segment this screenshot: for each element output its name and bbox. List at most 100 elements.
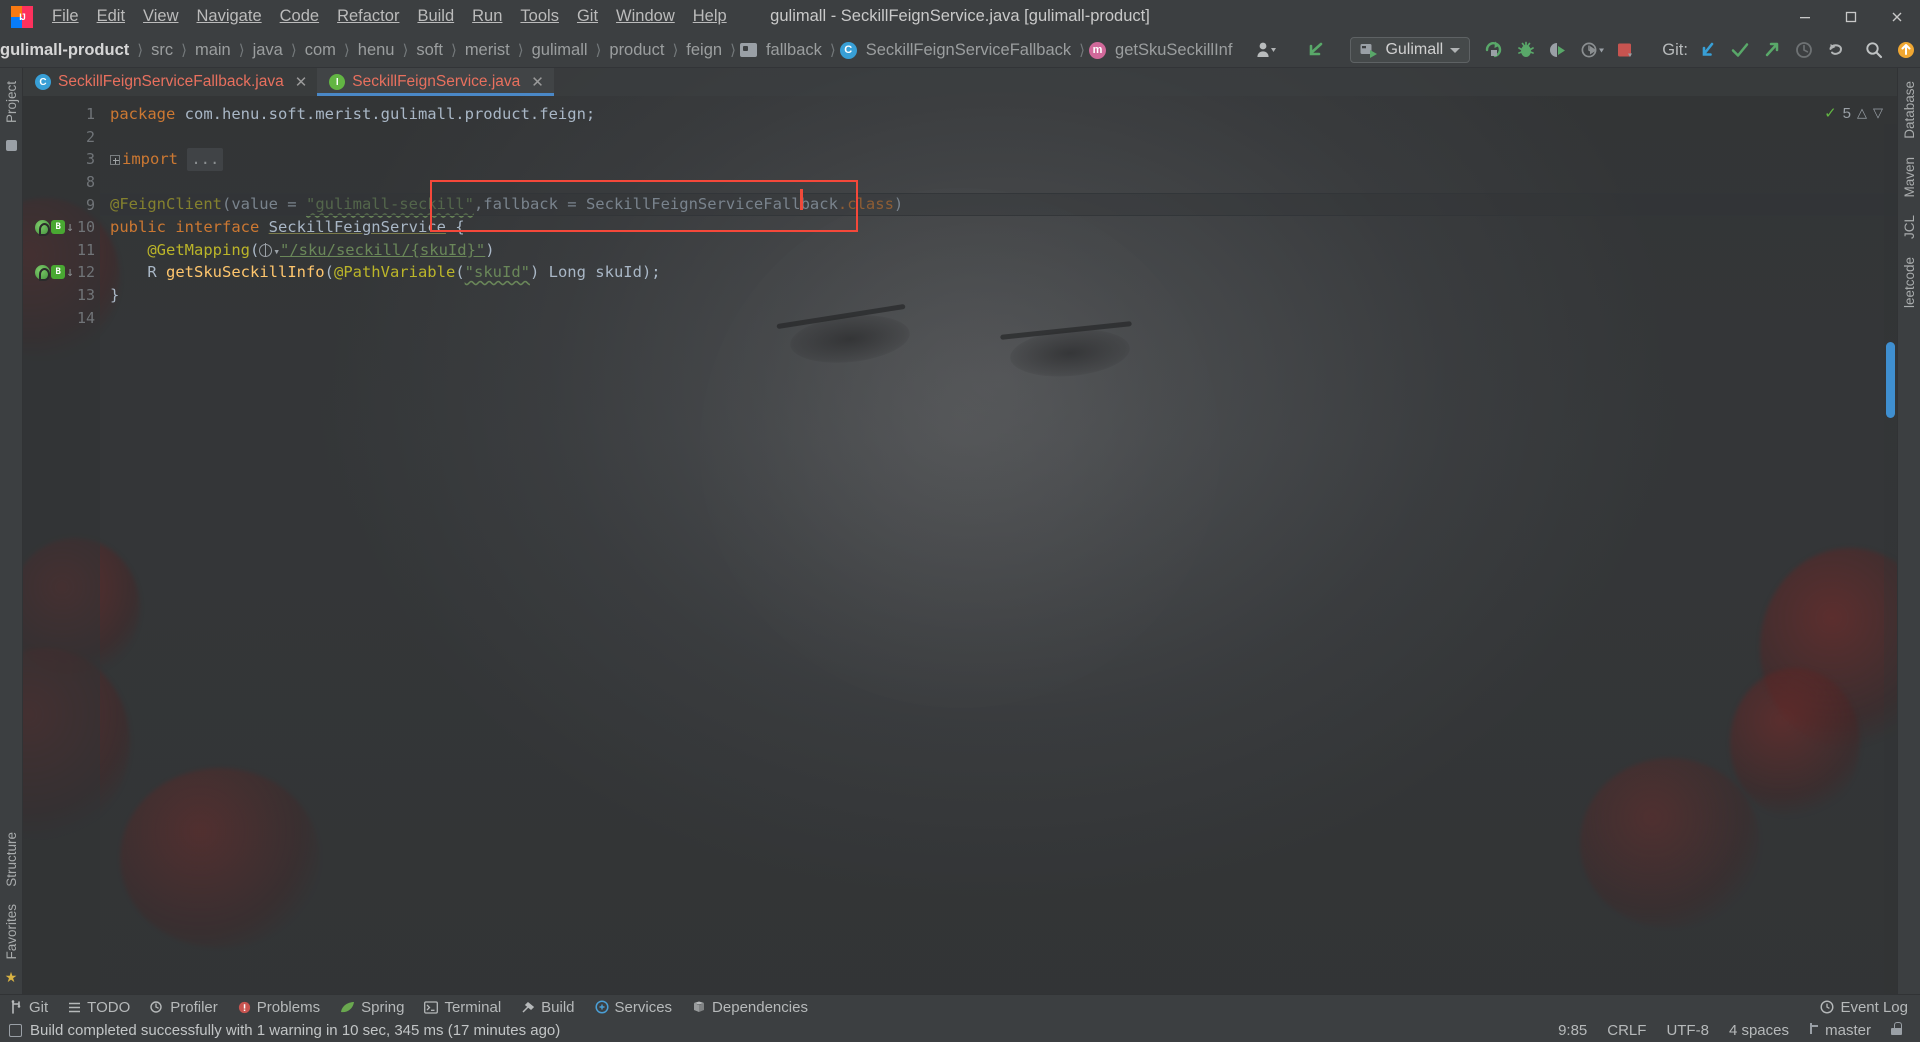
minimize-button[interactable] <box>1782 0 1828 33</box>
tool-terminal[interactable]: Terminal <box>414 999 511 1016</box>
project-panel-icon[interactable] <box>5 140 17 152</box>
breadcrumb-com[interactable]: com <box>301 41 340 60</box>
user-account-icon[interactable] <box>1250 38 1282 62</box>
update-project-icon[interactable] <box>1692 38 1724 62</box>
ide-update-icon[interactable] <box>1890 38 1920 62</box>
spring-bean-icon[interactable]: B <box>51 265 66 280</box>
event-log-area[interactable]: Event Log <box>1820 999 1920 1016</box>
tool-services[interactable]: Services <box>585 999 683 1016</box>
code-text-pane[interactable]: package com.henu.soft.merist.gulimall.pr… <box>100 96 1897 994</box>
editor-gutter[interactable]: 1 2 3 8 9 B ↓ 10 11 B ↓ 12 13 14 <box>23 96 100 994</box>
scrollbar-thumb[interactable] <box>1886 342 1895 418</box>
tool-todo[interactable]: TODO <box>58 999 140 1016</box>
event-log-icon <box>1820 1000 1834 1014</box>
code-editor[interactable]: 1 2 3 8 9 B ↓ 10 11 B ↓ 12 13 14 package… <box>23 96 1897 994</box>
debug-icon[interactable] <box>1510 38 1542 62</box>
chevron-up-icon[interactable]: △ <box>1857 105 1867 121</box>
tool-profiler[interactable]: Profiler <box>140 999 228 1016</box>
sidebar-item-favorites[interactable]: Favorites <box>2 895 21 969</box>
breadcrumb-fallback[interactable]: fallback <box>739 41 826 60</box>
breadcrumb-feign[interactable]: feign <box>682 41 726 60</box>
fold-expand-icon[interactable] <box>110 154 120 165</box>
tab-seckill-feign-service-fallback[interactable]: C SeckillFeignServiceFallback.java ✕ <box>23 68 318 96</box>
sidebar-item-structure[interactable]: Structure <box>2 823 21 896</box>
tool-label: Terminal <box>444 998 502 1016</box>
menu-tools[interactable]: Tools <box>511 4 568 29</box>
menu-help[interactable]: Help <box>684 4 736 29</box>
web-url-icon[interactable] <box>259 243 273 257</box>
implemented-icon[interactable] <box>35 219 51 236</box>
editor-vertical-scrollbar[interactable] <box>1884 124 1897 994</box>
code-line-1: package com.henu.soft.merist.gulimall.pr… <box>110 105 596 123</box>
maximize-button[interactable] <box>1828 0 1874 33</box>
tool-spring[interactable]: Spring <box>330 999 414 1016</box>
sidebar-item-maven[interactable]: Maven <box>1900 148 1919 207</box>
git-branch-widget[interactable]: master <box>1799 1022 1881 1039</box>
star-icon[interactable]: ★ <box>5 969 18 986</box>
breadcrumb-henu[interactable]: henu <box>354 41 399 60</box>
inspection-widget[interactable]: ✓ 5 △ ▽ <box>1824 104 1883 123</box>
close-icon[interactable]: ✕ <box>531 73 544 91</box>
tool-problems[interactable]: Problems <box>228 999 330 1016</box>
menu-view[interactable]: View <box>134 4 187 29</box>
spring-bean-icon[interactable]: B <box>51 220 66 235</box>
implemented-icon[interactable] <box>35 264 51 281</box>
menu-build[interactable]: Build <box>408 4 463 29</box>
stop-icon[interactable] <box>1610 38 1640 62</box>
breadcrumb-soft[interactable]: soft <box>412 41 447 60</box>
menu-tools-label: Tools <box>520 7 559 25</box>
lock-widget[interactable] <box>1881 1022 1912 1039</box>
undo-rollback-icon[interactable] <box>1820 38 1852 62</box>
tab-seckill-feign-service[interactable]: I SeckillFeignService.java ✕ <box>317 68 554 96</box>
menu-code[interactable]: Code <box>271 4 328 29</box>
close-button[interactable] <box>1874 0 1920 33</box>
breadcrumb-main[interactable]: main <box>191 41 235 60</box>
indent-setting[interactable]: 4 spaces <box>1719 1022 1799 1039</box>
tool-dependencies[interactable]: Dependencies <box>682 999 818 1016</box>
text-caret <box>800 189 803 210</box>
override-arrow-icon[interactable]: ↓ <box>66 266 74 279</box>
caret-line-highlight <box>100 193 1897 216</box>
history-clock-icon[interactable] <box>1788 38 1820 62</box>
caret-position[interactable]: 9:85 <box>1548 1022 1597 1039</box>
breadcrumb-java[interactable]: java <box>249 41 287 60</box>
profiler-icon[interactable] <box>1574 38 1610 62</box>
menu-git[interactable]: Git <box>568 4 607 29</box>
commit-checkmark-icon[interactable] <box>1724 38 1756 62</box>
run-icon[interactable] <box>1478 38 1510 62</box>
menu-run[interactable]: Run <box>463 4 511 29</box>
tool-build[interactable]: Build <box>511 999 584 1016</box>
sidebar-item-leetcode[interactable]: leetcode <box>1900 248 1919 317</box>
gutter-marks[interactable]: B ↓ <box>35 264 74 281</box>
breadcrumb-method[interactable]: m getSkuSeckillInf <box>1089 41 1236 60</box>
menu-file[interactable]: File <box>43 4 88 29</box>
search-everywhere-icon[interactable] <box>1858 38 1890 62</box>
run-configuration-selector[interactable]: Gulimall <box>1350 37 1471 63</box>
sidebar-item-database[interactable]: Database <box>1900 72 1919 148</box>
breadcrumb-merist[interactable]: merist <box>461 41 514 60</box>
close-icon[interactable]: ✕ <box>295 73 308 91</box>
breadcrumb-gulimall[interactable]: gulimall <box>528 41 592 60</box>
tool-git[interactable]: Git <box>0 999 58 1016</box>
breadcrumb-product[interactable]: product <box>605 41 668 60</box>
override-arrow-icon[interactable]: ↓ <box>66 221 74 234</box>
run-coverage-icon[interactable] <box>1542 38 1574 62</box>
push-arrow-icon[interactable] <box>1756 38 1788 62</box>
sidebar-item-project[interactable]: Project <box>2 72 21 132</box>
folded-imports[interactable]: ... <box>187 148 224 171</box>
back-arrow-icon[interactable] <box>1300 38 1332 62</box>
breadcrumb-gulimall-product[interactable]: gulimall-product <box>0 41 133 60</box>
menu-window[interactable]: Window <box>607 4 684 29</box>
breadcrumb-src[interactable]: src <box>147 41 177 60</box>
menu-navigate[interactable]: Navigate <box>188 4 271 29</box>
chevron-down-icon[interactable]: ▾ <box>273 245 280 258</box>
chevron-down-icon[interactable]: ▽ <box>1873 105 1883 121</box>
menu-edit[interactable]: Edit <box>88 4 134 29</box>
sidebar-item-jcl[interactable]: JCL <box>1900 206 1919 248</box>
file-encoding[interactable]: UTF-8 <box>1656 1022 1719 1039</box>
line-separator[interactable]: CRLF <box>1597 1022 1656 1039</box>
menu-refactor[interactable]: Refactor <box>328 4 408 29</box>
line-number-label: 10 <box>76 218 95 237</box>
gutter-marks[interactable]: B ↓ <box>35 219 74 236</box>
breadcrumb-class[interactable]: C SeckillFeignServiceFallback <box>839 41 1075 60</box>
